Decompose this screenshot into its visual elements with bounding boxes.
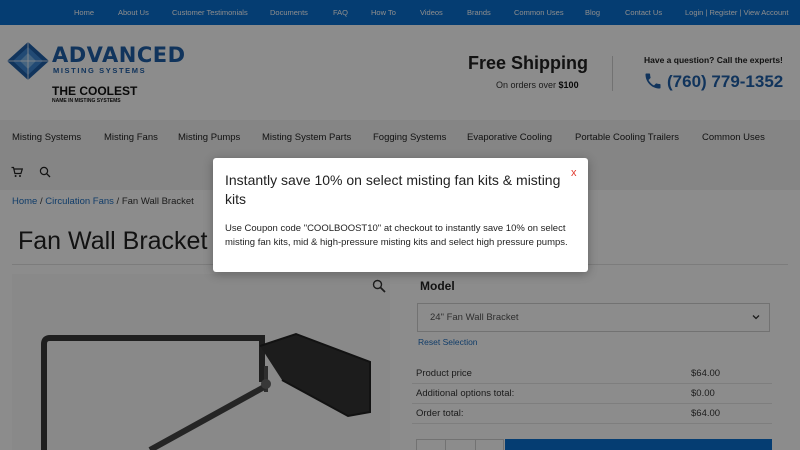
modal-close-button[interactable]: x xyxy=(571,167,577,179)
modal-body-text: Use Coupon code "COOLBOOST10" at checkou… xyxy=(225,223,568,248)
promo-modal: Instantly save 10% on select misting fan… xyxy=(213,158,588,272)
modal-title: Instantly save 10% on select misting fan… xyxy=(225,172,561,207)
